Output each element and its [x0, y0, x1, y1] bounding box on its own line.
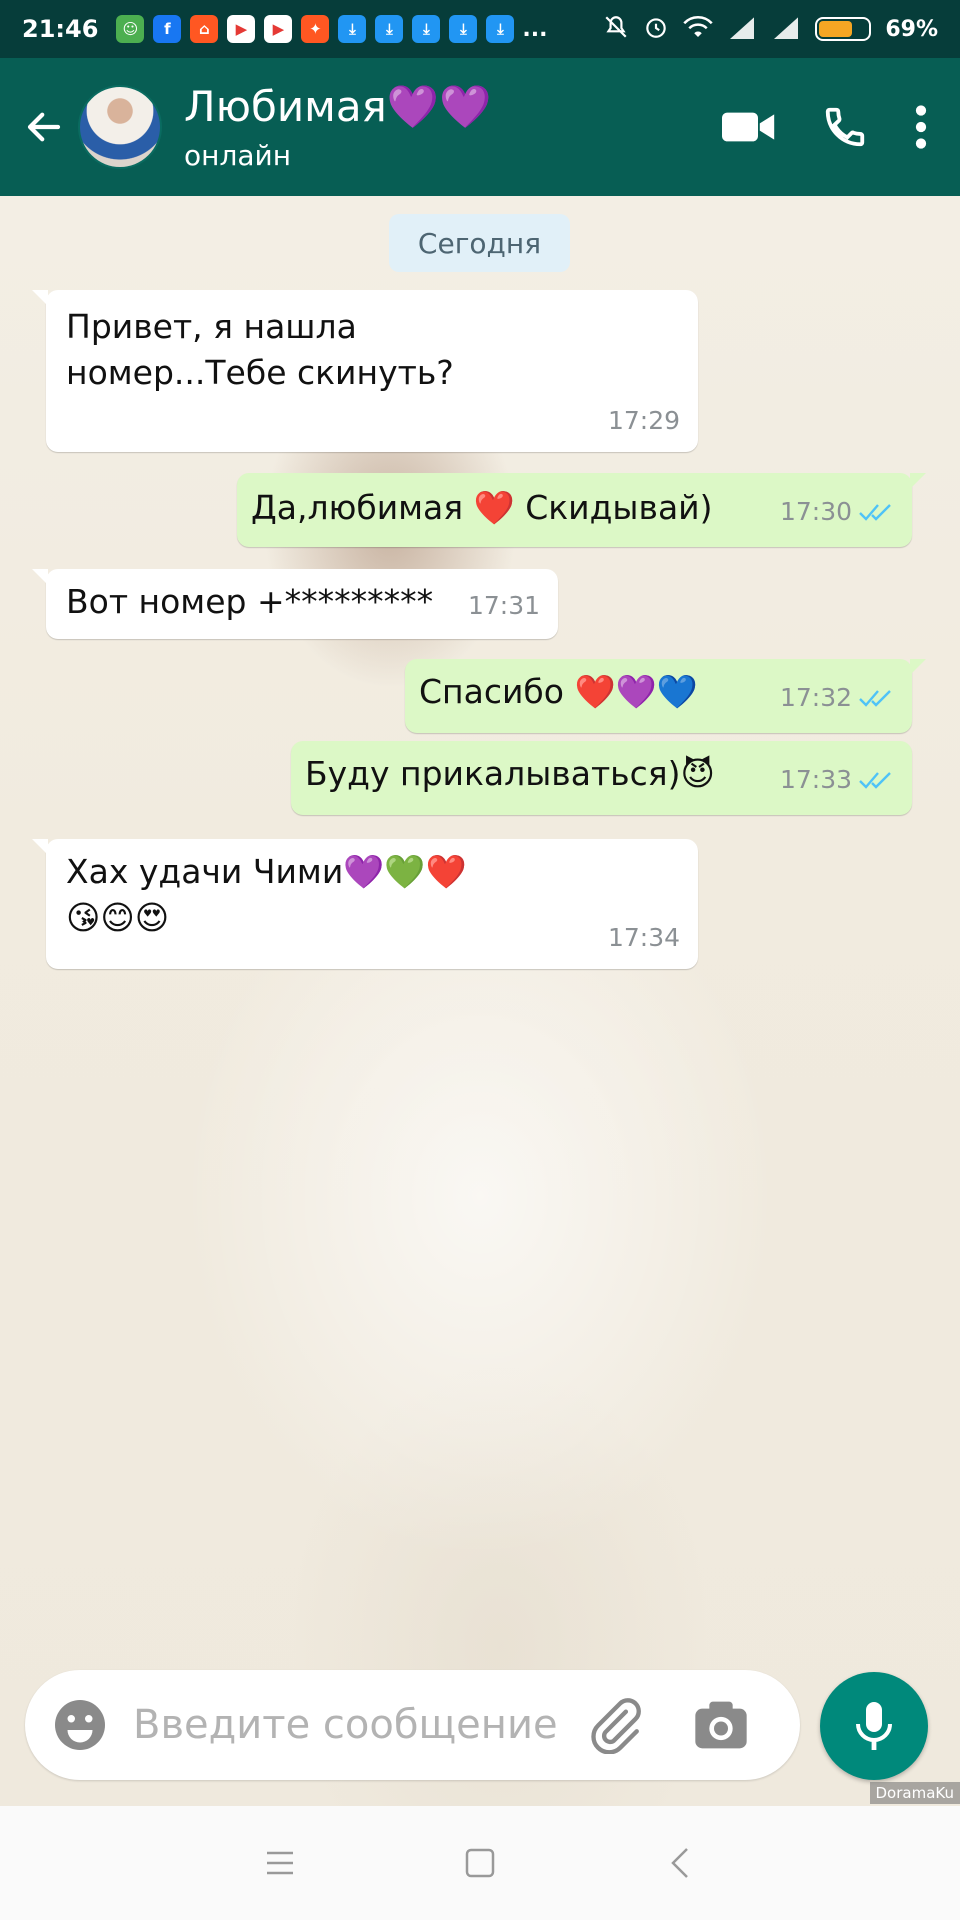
message-time: 17:29	[607, 406, 680, 435]
more-notifications: ...	[522, 16, 548, 42]
system-nav-bar	[0, 1806, 960, 1920]
message-meta: 17:31	[468, 583, 540, 629]
mute-icon	[603, 14, 629, 45]
download-icon: ⤓	[486, 15, 515, 43]
header-actions	[722, 104, 928, 150]
camera-button[interactable]	[691, 1695, 751, 1755]
signal-icon	[727, 15, 757, 44]
message-composer	[25, 1670, 800, 1780]
download-icon: ⤓	[449, 15, 478, 43]
message-time: 17:32	[779, 683, 852, 712]
arrow-back-icon	[27, 112, 61, 142]
message-bubble-incoming[interactable]: Вот номер +********* 17:31	[32, 569, 558, 639]
bubble-tail	[32, 290, 48, 306]
phone-icon	[825, 107, 865, 147]
contact-avatar[interactable]	[78, 85, 162, 169]
message-input[interactable]	[133, 1702, 573, 1748]
voice-record-button[interactable]	[820, 1672, 928, 1780]
aliexpress-icon: ⌂	[190, 15, 219, 43]
video-call-button[interactable]	[722, 109, 776, 145]
bubble-tail	[910, 473, 926, 489]
status-right: 69%	[603, 14, 938, 45]
message-time: 17:31	[467, 591, 540, 620]
message-time: 17:30	[779, 497, 852, 526]
message-time: 17:34	[607, 923, 680, 952]
alarm-icon	[643, 14, 669, 45]
chevron-left-icon	[671, 1848, 688, 1878]
message-meta: 17:29	[608, 398, 680, 444]
message-time: 17:33	[779, 765, 852, 794]
recents-button[interactable]	[250, 1833, 310, 1893]
message-bubble-outgoing[interactable]: Буду прикалываться)😈 17:33	[291, 741, 912, 815]
microphone-icon	[856, 1702, 892, 1750]
contact-name[interactable]: Любимая💜💜	[184, 82, 491, 131]
battery-icon	[815, 17, 872, 41]
emoji-icon	[55, 1700, 105, 1750]
contact-status: онлайн	[184, 138, 291, 172]
emoji-button[interactable]	[49, 1694, 111, 1756]
watermark: DoramaKu	[869, 1782, 960, 1804]
message-meta: 17:30	[780, 489, 894, 535]
android-app-icon: ☺	[116, 15, 145, 43]
battery-percent: 69%	[885, 16, 938, 42]
attach-button[interactable]	[585, 1695, 645, 1755]
youtube-icon: ▶	[227, 15, 256, 43]
message-text: Привет, я нашла номер...Тебе скинуть?	[66, 307, 454, 392]
menu-button[interactable]	[914, 105, 928, 149]
message-bubble-outgoing[interactable]: Да,любимая ❤️ Скидывай) 17:30	[237, 473, 926, 547]
chat-header: Любимая💜💜 онлайн	[0, 58, 960, 196]
signal-icon	[771, 15, 801, 44]
back-button[interactable]	[16, 99, 72, 155]
status-time: 21:46	[22, 15, 99, 43]
download-icon: ⤓	[338, 15, 367, 43]
message-meta: 17:33	[780, 757, 894, 803]
status-bar: 21:46 ☺ f ⌂ ▶ ▶ ✦ ⤓ ⤓ ⤓ ⤓ ⤓ ... 69%	[0, 0, 960, 58]
home-button[interactable]	[450, 1833, 510, 1893]
date-chip: Сегодня	[389, 214, 570, 272]
message-bubble-incoming[interactable]: Хах удачи Чими💜💚❤️ 😘😊😍 17:34	[32, 839, 698, 969]
bubble-tail	[32, 839, 48, 855]
facebook-icon: f	[153, 15, 182, 43]
bubble-tail	[32, 569, 48, 585]
bubble-tail	[910, 659, 926, 675]
message-meta: 17:34	[608, 915, 680, 961]
notification-icons: ☺ f ⌂ ▶ ▶ ✦ ⤓ ⤓ ⤓ ⤓ ⤓	[116, 15, 515, 43]
contact-info[interactable]: Любимая💜💜 онлайн	[184, 82, 491, 172]
download-icon: ⤓	[412, 15, 441, 43]
read-ticks-icon	[858, 688, 894, 708]
app-icon: ✦	[301, 15, 330, 43]
message-bubble-outgoing[interactable]: Спасибо ❤️💜💙 17:32	[405, 659, 926, 733]
message-bubble-incoming[interactable]: Привет, я нашла номер...Тебе скинуть? 17…	[32, 290, 698, 452]
system-back-button[interactable]	[650, 1833, 710, 1893]
youtube-icon: ▶	[264, 15, 293, 43]
camera-icon	[695, 1701, 747, 1749]
video-camera-icon	[722, 112, 775, 142]
more-vert-icon	[915, 105, 927, 149]
paperclip-icon	[591, 1698, 641, 1754]
chat-area[interactable]: Сегодня Привет, я нашла номер...Тебе ски…	[0, 196, 960, 1806]
square-icon	[465, 1848, 495, 1878]
menu-lines-icon	[267, 1851, 293, 1875]
message-text: Хах удачи Чими💜💚❤️ 😘😊😍	[66, 852, 467, 937]
voice-call-button[interactable]	[822, 104, 868, 150]
wifi-icon	[683, 14, 713, 45]
message-meta: 17:32	[780, 675, 894, 721]
download-icon: ⤓	[375, 15, 404, 43]
read-ticks-icon	[858, 502, 894, 522]
read-ticks-icon	[858, 770, 894, 790]
